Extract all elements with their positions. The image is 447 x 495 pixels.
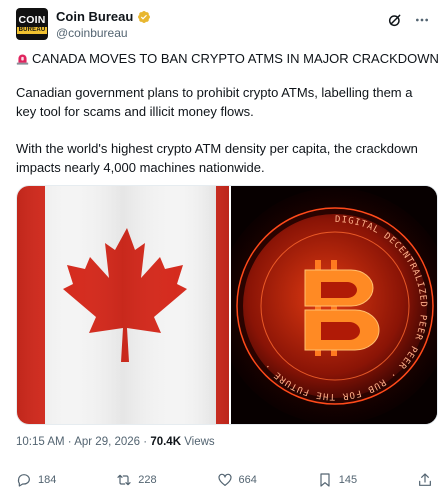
avatar-text-top: COIN [18,13,46,26]
tweet-header: COIN BUREAU Coin Bureau @coinbureau [16,8,431,44]
tweet-media[interactable]: DIGITAL DECENTRALIZED PEER PEER · RUB FO… [16,185,438,425]
tweet-paragraph-1: Canadian government plans to prohibit cr… [16,85,413,119]
verified-badge-icon[interactable] [137,10,151,24]
author-handle[interactable]: @coinbureau [56,26,128,40]
repost-count: 228 [138,474,157,486]
like-count: 664 [238,474,257,486]
headline-text: CANADA MOVES TO BAN CRYPTO ATMS IN MAJOR… [32,51,439,66]
bookmark-count: 145 [338,474,358,486]
canada-flag-image[interactable] [17,186,229,424]
author-name-row: Coin Bureau [56,9,151,24]
grok-icon[interactable] [387,12,403,28]
bookmark-icon [320,473,330,487]
tweet-actions: 184 228 664 145 [16,470,433,490]
tweet-paragraph-2: With the world's highest crypto ATM dens… [16,141,418,175]
tweet-headline: CANADA MOVES TO BAN CRYPTO ATMS IN MAJOR… [16,51,439,66]
avatar-text-bottom: BUREAU [16,26,48,34]
share-button[interactable] [417,472,433,488]
like-button[interactable]: 664 [217,472,257,488]
tweet-time[interactable]: 10:15 AM [16,436,65,448]
siren-icon [16,54,29,65]
heart-icon [217,473,232,486]
reply-icon [17,474,30,487]
tweet-date[interactable]: Apr 29, 2026 [74,436,140,448]
tweet-meta: 10:15 AM · Apr 29, 2026 · 70.4K Views [16,436,215,448]
bookmark-button[interactable]: 145 [317,472,357,488]
meta-separator: · [143,436,148,448]
repost-icon [117,474,131,486]
reply-button[interactable]: 184 [16,472,56,488]
meta-separator: · [67,436,72,448]
canada-flag-graphic [17,186,229,424]
views-count: 70.4K [150,436,181,448]
share-icon [419,473,431,486]
more-options-icon[interactable] [413,12,431,28]
author-display-name[interactable]: Coin Bureau [56,9,133,24]
avatar[interactable]: COIN BUREAU [16,8,48,40]
bitcoin-coin-graphic: DIGITAL DECENTRALIZED PEER PEER · RUB FO… [231,186,437,424]
reply-count: 184 [38,474,57,486]
repost-button[interactable]: 228 [116,472,157,488]
views-label: Views [184,436,215,448]
bitcoin-coin-image[interactable]: DIGITAL DECENTRALIZED PEER PEER · RUB FO… [231,186,437,424]
